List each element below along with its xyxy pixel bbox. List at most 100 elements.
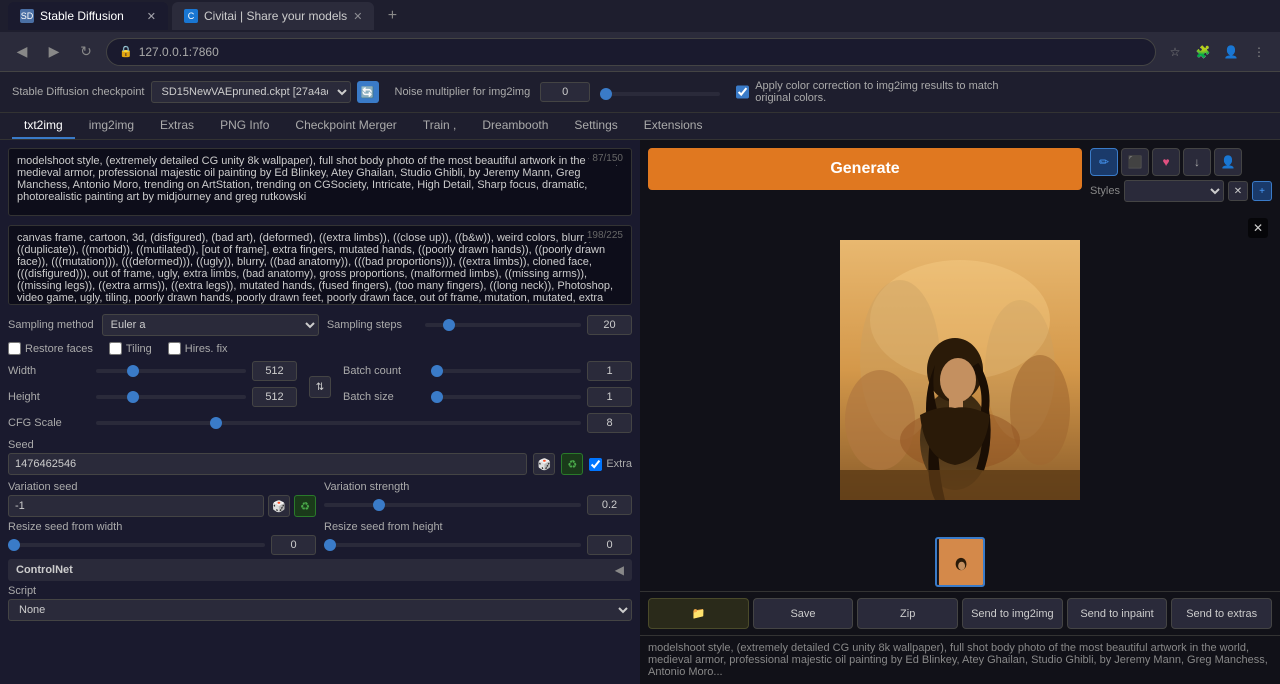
generate-button[interactable]: Generate: [648, 148, 1082, 190]
sampling-method-row: Sampling method Euler a Sampling steps 2…: [8, 314, 632, 336]
restore-faces-item: Restore faces: [8, 342, 93, 355]
hires-fix-label: Hires. fix: [185, 343, 228, 355]
send-img2img-button[interactable]: Send to img2img: [962, 598, 1063, 629]
controlnet-collapse-icon: ◀: [615, 563, 624, 577]
resize-width-col: Resize seed from width 0: [8, 521, 316, 555]
noise-slider-container: [600, 85, 720, 99]
profile-icon[interactable]: 👤: [1220, 41, 1242, 63]
tab-stable-diffusion[interactable]: SD Stable Diffusion ✕: [8, 2, 168, 30]
bookmark-icon[interactable]: ☆: [1164, 41, 1186, 63]
resize-height-col: Resize seed from height 0: [324, 521, 632, 555]
browser-nav-icons: ☆ 🧩 👤 ⋮: [1164, 41, 1270, 63]
width-value: 512: [252, 361, 297, 381]
color-correct-section: Apply color correction to img2img result…: [736, 80, 1036, 104]
new-tab-button[interactable]: +: [378, 2, 406, 30]
variation-seed-controls: 🎲 ♻: [8, 495, 316, 517]
controlnet-label: ControlNet: [16, 564, 73, 576]
sampling-steps-slider[interactable]: [425, 323, 581, 327]
generated-image: [840, 240, 1080, 500]
extra-checkbox[interactable]: [589, 458, 602, 471]
width-col: Width 512 Height 512: [8, 361, 297, 413]
tab-extensions[interactable]: Extensions: [632, 113, 715, 139]
forward-button[interactable]: ▶: [42, 40, 66, 64]
tab-extras[interactable]: Extras: [148, 113, 206, 139]
tab-settings[interactable]: Settings: [562, 113, 629, 139]
tab-txt2img[interactable]: txt2img: [12, 113, 75, 139]
right-panel: Generate ✏ ⬛ ♥ ↓ 👤 Styles: [640, 140, 1280, 684]
noise-slider[interactable]: [600, 92, 720, 96]
height-slider[interactable]: [96, 395, 246, 399]
checkpoint-label: Stable Diffusion checkpoint: [12, 86, 145, 98]
restore-faces-label: Restore faces: [25, 343, 93, 355]
folder-button[interactable]: 📁: [648, 598, 749, 629]
variation-strength-slider[interactable]: [324, 503, 581, 507]
thumbnail-1[interactable]: [935, 537, 985, 587]
generate-area: Generate ✏ ⬛ ♥ ↓ 👤 Styles: [640, 140, 1280, 206]
seed-recycle-btn[interactable]: ♻: [561, 453, 583, 475]
styles-save-btn[interactable]: +: [1252, 181, 1272, 201]
menu-icon[interactable]: ⋮: [1248, 41, 1270, 63]
back-button[interactable]: ◀: [10, 40, 34, 64]
batch-count-row: Batch count 1: [343, 361, 632, 381]
swap-dimensions-btn[interactable]: ⇅: [309, 376, 331, 398]
seed-row: 🎲 ♻ Extra: [8, 453, 632, 475]
save-button[interactable]: Save: [753, 598, 854, 629]
variation-seed-random-btn[interactable]: 🎲: [268, 495, 290, 517]
tab-png-info[interactable]: PNG Info: [208, 113, 281, 139]
controlnet-section[interactable]: ControlNet ◀: [8, 559, 632, 581]
extensions-icon[interactable]: 🧩: [1192, 41, 1214, 63]
style-btn-4[interactable]: ↓: [1183, 148, 1211, 176]
send-inpaint-button[interactable]: Send to inpaint: [1067, 598, 1168, 629]
address-text: 127.0.0.1:7860: [139, 45, 219, 59]
cfg-slider[interactable]: [96, 421, 581, 425]
variation-seed-recycle-btn[interactable]: ♻: [294, 495, 316, 517]
positive-prompt-textarea[interactable]: [8, 148, 632, 216]
address-bar[interactable]: 🔒 127.0.0.1:7860: [106, 38, 1156, 66]
tab-train[interactable]: Train ,: [411, 113, 469, 139]
style-btn-1[interactable]: ✏: [1090, 148, 1118, 176]
styles-clear-btn[interactable]: ✕: [1228, 181, 1248, 201]
noise-label: Noise multiplier for img2img: [395, 86, 531, 98]
height-row: Height 512: [8, 387, 297, 407]
tab-civitai[interactable]: C Civitai | Share your models ✕: [172, 2, 374, 30]
tab-close-1[interactable]: ✕: [147, 10, 156, 23]
checkpoint-select[interactable]: SD15NewVAEpruned.ckpt [27a4ac756c]: [151, 81, 351, 103]
refresh-button[interactable]: ↻: [74, 40, 98, 64]
send-extras-button[interactable]: Send to extras: [1171, 598, 1272, 629]
batch-size-slider[interactable]: [431, 395, 581, 399]
variation-seed-input[interactable]: [8, 495, 264, 517]
script-select[interactable]: None: [8, 599, 632, 621]
seed-input[interactable]: [8, 453, 527, 475]
tab-img2img[interactable]: img2img: [77, 113, 146, 139]
zip-button[interactable]: Zip: [857, 598, 958, 629]
tiling-checkbox[interactable]: [109, 342, 122, 355]
color-correct-label: Apply color correction to img2img result…: [755, 80, 1036, 104]
width-slider[interactable]: [96, 369, 246, 373]
style-btn-2[interactable]: ⬛: [1121, 148, 1149, 176]
tab-checkpoint-merger[interactable]: Checkpoint Merger: [283, 113, 408, 139]
tab-label-1: Stable Diffusion: [40, 9, 124, 23]
color-correct-checkbox[interactable]: [736, 85, 749, 99]
seed-random-btn[interactable]: 🎲: [533, 453, 555, 475]
hires-fix-checkbox[interactable]: [168, 342, 181, 355]
tab-close-2[interactable]: ✕: [353, 10, 362, 23]
close-image-btn[interactable]: ✕: [1248, 218, 1268, 238]
caption-text: modelshoot style, (extremely detailed CG…: [648, 642, 1268, 678]
styles-select[interactable]: [1124, 180, 1224, 202]
checkpoint-section: Stable Diffusion checkpoint SD15NewVAEpr…: [12, 81, 379, 103]
resize-width-slider[interactable]: [8, 543, 265, 547]
batch-count-slider[interactable]: [431, 369, 581, 373]
style-btn-5[interactable]: 👤: [1214, 148, 1242, 176]
checkpoint-refresh-btn[interactable]: 🔄: [357, 81, 379, 103]
style-btn-3[interactable]: ♥: [1152, 148, 1180, 176]
tab-dreambooth[interactable]: Dreambooth: [470, 113, 560, 139]
negative-prompt-textarea[interactable]: [8, 225, 632, 305]
restore-faces-checkbox[interactable]: [8, 342, 21, 355]
resize-height-slider[interactable]: [324, 543, 581, 547]
variation-strength-slider-container: 0.2: [324, 495, 632, 515]
variation-strength-value: 0.2: [587, 495, 632, 515]
noise-input[interactable]: [540, 82, 590, 102]
cfg-row: CFG Scale 8: [8, 413, 632, 433]
noise-section: Noise multiplier for img2img: [395, 82, 721, 102]
sampling-method-select[interactable]: Euler a: [102, 314, 319, 336]
